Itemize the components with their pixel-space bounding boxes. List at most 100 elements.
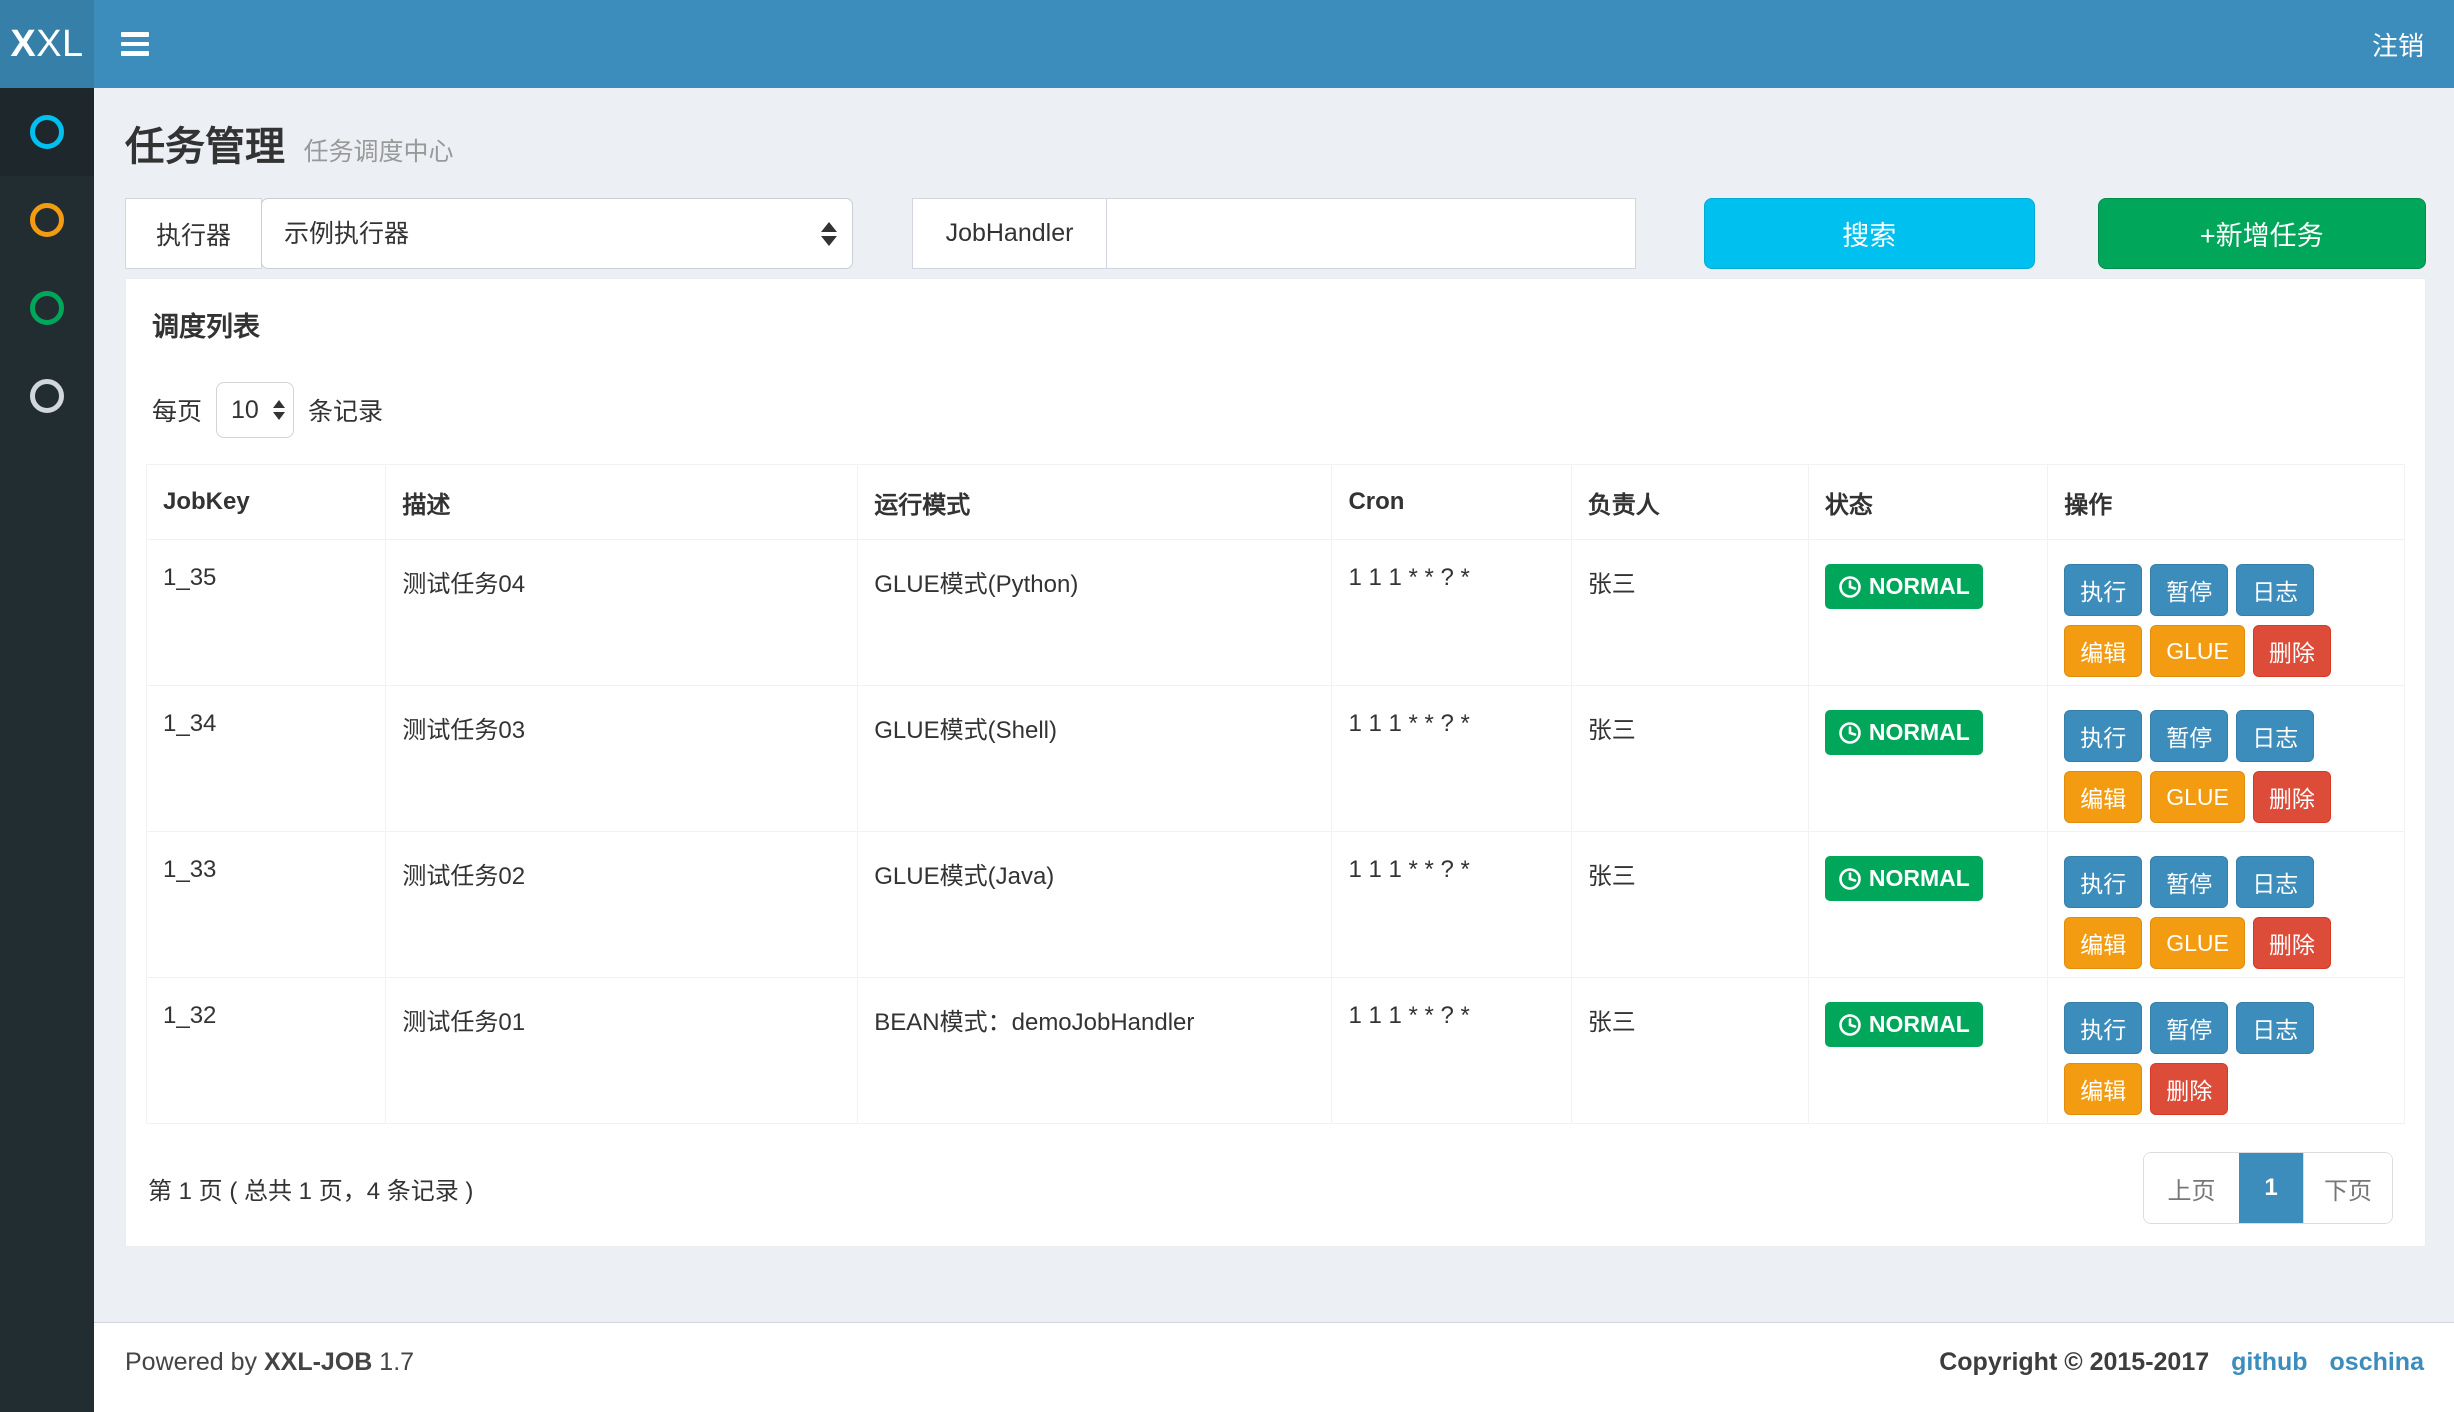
per-page-suffix: 条记录 <box>308 392 383 428</box>
glue-button[interactable]: GLUE <box>2150 771 2245 823</box>
sidebar-item-1[interactable] <box>0 88 94 176</box>
executor-filter-group: 执行器 示例执行器 <box>125 198 853 269</box>
clock-icon <box>1838 575 1862 599</box>
current-page-button[interactable]: 1 <box>2239 1153 2303 1223</box>
navbar-bar: 注销 <box>94 0 2454 88</box>
panel-title: 调度列表 <box>152 305 2405 344</box>
status-badge: NORMAL <box>1825 1002 1983 1047</box>
cell-mode: GLUE模式(Python) <box>858 540 1332 686</box>
delete-button[interactable]: 删除 <box>2253 917 2331 969</box>
cell-mode: GLUE模式(Shell) <box>858 686 1332 832</box>
cell-desc: 测试任务03 <box>386 686 858 832</box>
cell-mode: BEAN模式：demoJobHandler <box>858 978 1332 1124</box>
circle-outline-icon <box>30 379 64 413</box>
filter-toolbar: 执行器 示例执行器 JobHandler 搜索 +新增任务 <box>125 198 2426 269</box>
github-link[interactable]: github <box>2231 1348 2307 1377</box>
table-row: 1_34 测试任务03 GLUE模式(Shell) 1 1 1 * * ? * … <box>147 686 2405 832</box>
execute-button[interactable]: 执行 <box>2064 710 2142 762</box>
col-owner: 负责人 <box>1571 465 1808 540</box>
add-job-button[interactable]: +新增任务 <box>2098 198 2427 269</box>
pause-button[interactable]: 暂停 <box>2150 710 2228 762</box>
product-name: XXL-JOB <box>264 1348 372 1376</box>
cell-jobkey: 1_32 <box>147 978 386 1124</box>
clock-icon <box>1838 867 1862 891</box>
edit-button[interactable]: 编辑 <box>2064 771 2142 823</box>
cell-jobkey: 1_34 <box>147 686 386 832</box>
per-page-select[interactable]: 10 <box>216 382 294 438</box>
cell-owner: 张三 <box>1571 978 1808 1124</box>
cell-owner: 张三 <box>1571 540 1808 686</box>
clock-icon <box>1838 721 1862 745</box>
cell-cron: 1 1 1 * * ? * <box>1332 832 1571 978</box>
cell-status: NORMAL <box>1808 540 2047 686</box>
log-button[interactable]: 日志 <box>2236 564 2314 616</box>
oschina-link[interactable]: oschina <box>2330 1348 2424 1377</box>
app-logo[interactable]: XXL <box>0 0 94 88</box>
sidebar-toggle-icon[interactable] <box>121 19 171 69</box>
pause-button[interactable]: 暂停 <box>2150 564 2228 616</box>
cell-jobkey: 1_35 <box>147 540 386 686</box>
clock-icon <box>1838 1013 1862 1037</box>
delete-button[interactable]: 删除 <box>2253 771 2331 823</box>
edit-button[interactable]: 编辑 <box>2064 917 2142 969</box>
log-button[interactable]: 日志 <box>2236 710 2314 762</box>
sidebar-item-4[interactable] <box>0 352 94 440</box>
logout-link[interactable]: 注销 <box>2372 26 2424 63</box>
cell-actions: 执行 暂停 日志 编辑 删除 <box>2048 978 2405 1124</box>
pagination: 上页 1 下页 <box>2143 1152 2393 1224</box>
execute-button[interactable]: 执行 <box>2064 1002 2142 1054</box>
page-footer: Powered by XXL-JOB 1.7 Copyright © 2015-… <box>94 1322 2454 1412</box>
sidebar-item-2[interactable] <box>0 176 94 264</box>
log-button[interactable]: 日志 <box>2236 1002 2314 1054</box>
cell-actions: 执行 暂停 日志 编辑 GLUE 删除 <box>2048 540 2405 686</box>
executor-select[interactable]: 示例执行器 <box>261 198 853 269</box>
glue-button[interactable]: GLUE <box>2150 625 2245 677</box>
status-badge: NORMAL <box>1825 564 1983 609</box>
powered-prefix: Powered by <box>125 1348 257 1376</box>
product-version: 1.7 <box>379 1348 414 1376</box>
cell-cron: 1 1 1 * * ? * <box>1332 978 1571 1124</box>
glue-button[interactable]: GLUE <box>2150 917 2245 969</box>
page-header: 任务管理 任务调度中心 <box>94 88 2454 188</box>
status-badge: NORMAL <box>1825 710 1983 755</box>
sidebar-item-3[interactable] <box>0 264 94 352</box>
powered-by: Powered by XXL-JOB 1.7 <box>125 1348 414 1377</box>
cell-mode: GLUE模式(Java) <box>858 832 1332 978</box>
prev-page-button[interactable]: 上页 <box>2144 1153 2239 1223</box>
logo-bold-part: X <box>10 23 36 66</box>
edit-button[interactable]: 编辑 <box>2064 1063 2142 1115</box>
copyright-text: Copyright © 2015-2017 <box>1939 1348 2209 1377</box>
cell-cron: 1 1 1 * * ? * <box>1332 540 1571 686</box>
col-mode: 运行模式 <box>858 465 1332 540</box>
delete-button[interactable]: 删除 <box>2150 1063 2228 1115</box>
executor-label: 执行器 <box>125 198 262 269</box>
search-button[interactable]: 搜索 <box>1704 198 2035 269</box>
pause-button[interactable]: 暂停 <box>2150 1002 2228 1054</box>
execute-button[interactable]: 执行 <box>2064 856 2142 908</box>
delete-button[interactable]: 删除 <box>2253 625 2331 677</box>
edit-button[interactable]: 编辑 <box>2064 625 2142 677</box>
page-title: 任务管理 <box>125 125 285 169</box>
cell-status: NORMAL <box>1808 686 2047 832</box>
col-jobkey: JobKey <box>147 465 386 540</box>
footer-right: Copyright © 2015-2017 github oschina <box>1939 1348 2424 1377</box>
jobhandler-input[interactable] <box>1107 198 1636 269</box>
cell-actions: 执行 暂停 日志 编辑 GLUE 删除 <box>2048 686 2405 832</box>
pause-button[interactable]: 暂停 <box>2150 856 2228 908</box>
cell-desc: 测试任务02 <box>386 832 858 978</box>
cell-actions: 执行 暂停 日志 编辑 GLUE 删除 <box>2048 832 2405 978</box>
next-page-button[interactable]: 下页 <box>2303 1153 2392 1223</box>
cell-desc: 测试任务01 <box>386 978 858 1124</box>
cell-desc: 测试任务04 <box>386 540 858 686</box>
circle-outline-icon <box>30 291 64 325</box>
jobhandler-filter-group: JobHandler <box>912 198 1636 269</box>
col-desc: 描述 <box>386 465 858 540</box>
log-button[interactable]: 日志 <box>2236 856 2314 908</box>
action-buttons: 执行 暂停 日志 编辑 GLUE 删除 <box>2064 710 2354 823</box>
job-list-panel: 调度列表 每页 10 条记录 JobKey 描述 运行模式 <box>125 278 2426 1247</box>
status-badge: NORMAL <box>1825 856 1983 901</box>
top-navbar: XXL 注销 <box>0 0 2454 88</box>
execute-button[interactable]: 执行 <box>2064 564 2142 616</box>
table-footer: 第 1 页 ( 总共 1 页，4 条记录 ) 上页 1 下页 <box>146 1152 2405 1224</box>
logo-rest-part: XL <box>36 23 83 66</box>
